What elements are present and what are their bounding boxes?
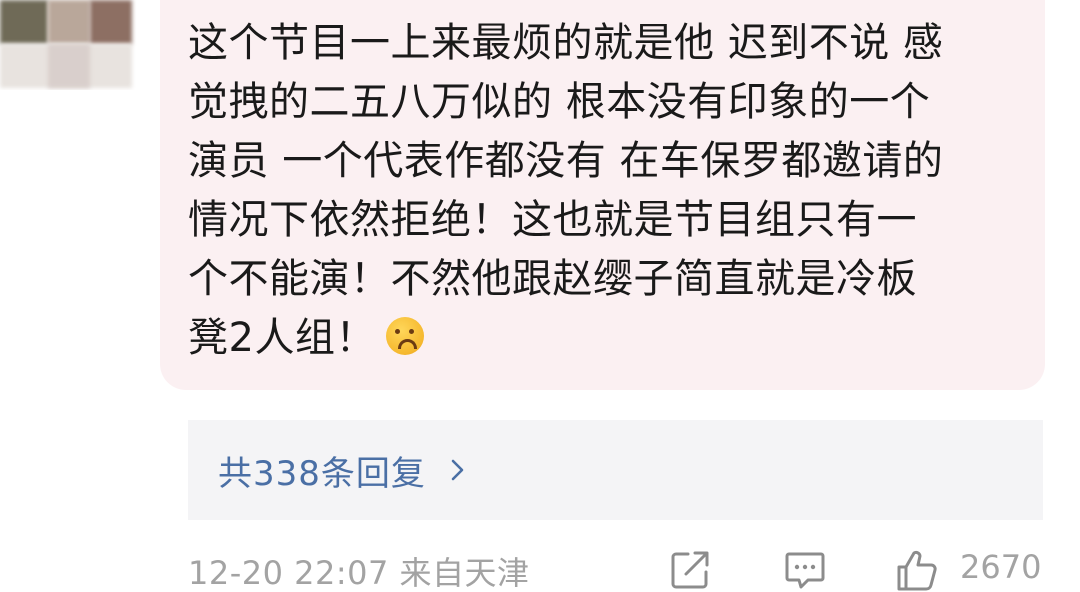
comment-line: 凳2人组！ bbox=[188, 315, 376, 361]
comment-line: 觉拽的二五八万似的 根本没有印象的一个 bbox=[188, 79, 931, 125]
comment-text: 这个节目一上来最烦的就是他 迟到不说 感 觉拽的二五八万似的 根本没有印象的一个… bbox=[188, 14, 1028, 368]
replies-count-label: 共338条回复 bbox=[218, 453, 426, 494]
chevron-right-icon bbox=[451, 459, 464, 481]
timestamp: 12-20 22:07 来自天津 bbox=[188, 554, 530, 592]
upside-down-face-icon bbox=[385, 317, 424, 355]
comment-line: 个不能演！不然他跟赵缨子简直就是冷板 bbox=[188, 256, 917, 302]
like-count: 2670 bbox=[960, 548, 1042, 586]
comment-line: 这个节目一上来最烦的就是他 迟到不说 感 bbox=[188, 20, 944, 66]
comment-icon[interactable] bbox=[783, 548, 827, 592]
view-replies-button[interactable]: 共338条回复 bbox=[188, 420, 1043, 520]
share-icon[interactable] bbox=[668, 548, 712, 592]
comment-meta-row: 12-20 22:07 来自天津 2670 bbox=[188, 548, 1048, 592]
comment-screen: 这个节目一上来最烦的就是他 迟到不说 感 觉拽的二五八万似的 根本没有印象的一个… bbox=[0, 0, 1080, 592]
avatar[interactable] bbox=[0, 0, 160, 90]
comment-line: 情况下依然拒绝！这也就是节目组只有一 bbox=[188, 197, 917, 243]
like-icon[interactable] bbox=[894, 548, 938, 592]
comment-line: 演员 一个代表作都没有 在车保罗都邀请的 bbox=[188, 138, 944, 184]
